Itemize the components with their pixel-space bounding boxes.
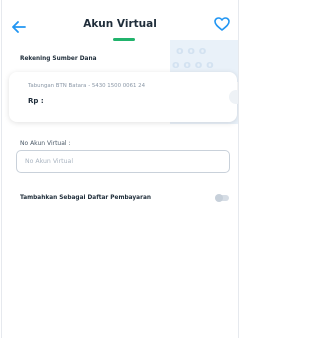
title-underline <box>113 38 135 41</box>
virtual-account-label: No Akun Virtual : <box>20 140 71 147</box>
source-account-card[interactable]: Tabungan BTN Batara - 5430 1500 0061 24 … <box>9 72 238 122</box>
svg-text:o o o: o o o <box>176 44 207 57</box>
amount-text: Rp : <box>28 97 44 105</box>
toggle-knob <box>215 194 223 202</box>
page-title: Akun Virtual <box>83 18 157 30</box>
payment-list-toggle[interactable] <box>215 194 229 202</box>
payment-list-label: Tambahkan Sebagai Daftar Pembayaran <box>20 195 151 201</box>
svg-text:o o o o: o o o o <box>172 58 214 71</box>
source-account-label: Rekening Sumber Dana <box>20 56 97 62</box>
account-number-text: Tabungan BTN Batara - 5430 1500 0061 24 <box>28 83 146 89</box>
card-decoration <box>229 90 238 104</box>
heart-outline-icon[interactable] <box>214 16 230 31</box>
screen: Akun Virtual o o o o o o o o o Rekening … <box>1 0 239 338</box>
virtual-account-input[interactable] <box>16 150 230 173</box>
header-bar: Akun Virtual <box>2 0 238 44</box>
